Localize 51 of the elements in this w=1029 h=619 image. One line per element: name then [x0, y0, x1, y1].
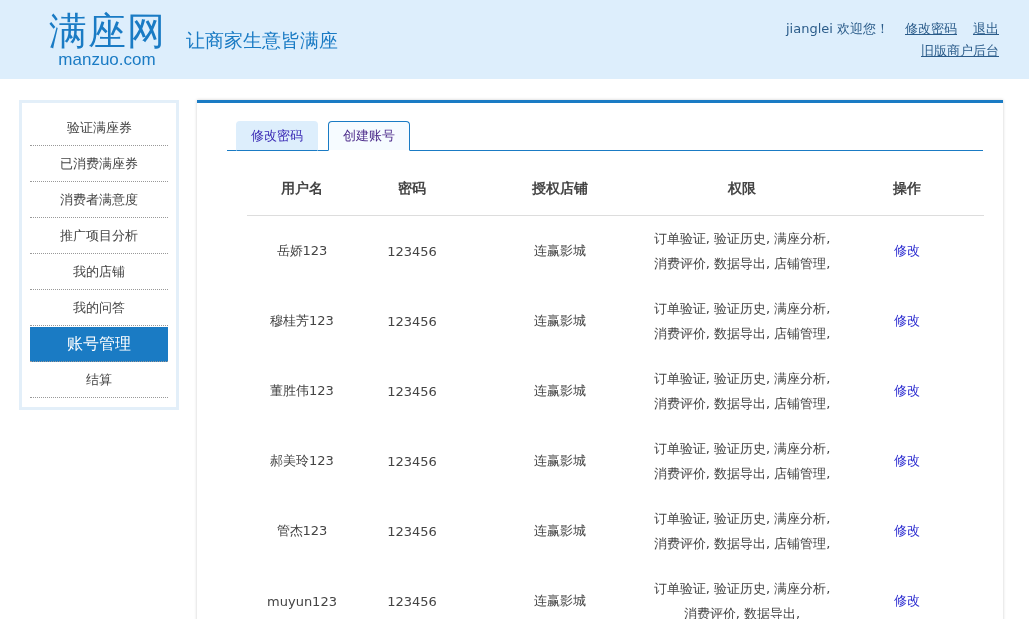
welcome-text: jianglei 欢迎您！ — [785, 19, 889, 38]
table-cell-text: 订单验证, 验证历史, 满座分析, 消费评价, 数据导出, 店铺管理, — [652, 370, 832, 413]
column-header: 授权店铺 — [530, 180, 589, 198]
sidebar-item[interactable]: 我的问答 — [30, 291, 168, 326]
table-cell-text: 123456 — [386, 523, 438, 539]
table-cell-text: 连赢影城 — [532, 382, 587, 400]
column-header: 权限 — [727, 180, 757, 198]
sidebar-item[interactable]: 验证满座券 — [30, 111, 168, 146]
site-domain: manzuo.com — [58, 50, 156, 69]
table-cell-text: 123456 — [386, 593, 438, 609]
table-cell-text: 郝美玲123 — [269, 452, 335, 470]
table-cell-text: 连赢影城 — [532, 592, 587, 610]
sidebar-item[interactable]: 消费者满意度 — [30, 183, 168, 218]
edit-link[interactable]: 修改 — [894, 452, 920, 470]
table-cell-text: 穆桂芳123 — [269, 312, 335, 330]
table-cell-text: 订单验证, 验证历史, 满座分析, 消费评价, 数据导出, 店铺管理, — [652, 230, 832, 273]
table-cell-text: 订单验证, 验证历史, 满座分析, 消费评价, 数据导出, 店铺管理, — [652, 300, 832, 343]
sidebar-item[interactable]: 已消费满座券 — [30, 147, 168, 182]
table-cell-text: 订单验证, 验证历史, 满座分析, 消费评价, 数据导出, 店铺管理, — [652, 510, 832, 553]
table-cell-text: 123456 — [386, 313, 438, 329]
table-cell-text: 岳娇123 — [275, 242, 329, 260]
edit-link[interactable]: 修改 — [894, 242, 920, 260]
site-slogan: 让商家生意皆满座 — [186, 27, 338, 53]
table-cell-text: 连赢影城 — [532, 242, 587, 260]
column-header: 用户名 — [280, 180, 324, 198]
table-cell-text: 连赢影城 — [532, 452, 587, 470]
sidebar-item[interactable]: 账号管理 — [30, 327, 168, 362]
tab[interactable]: 修改密码 — [236, 121, 318, 151]
table-cell-text: 连赢影城 — [532, 522, 587, 540]
table-cell-text: 123456 — [386, 453, 438, 469]
header-link[interactable]: 修改密码 — [905, 19, 957, 38]
sidebar-item[interactable]: 结算 — [30, 363, 168, 398]
old-backend-link[interactable]: 旧版商户后台 — [921, 41, 999, 60]
sidebar-item[interactable]: 我的店铺 — [30, 255, 168, 290]
table-cell-text: 123456 — [386, 383, 438, 399]
edit-link[interactable]: 修改 — [894, 312, 920, 330]
tab[interactable]: 创建账号 — [328, 121, 410, 151]
site-logo: 满座网 — [48, 10, 166, 51]
column-header: 操作 — [892, 180, 922, 198]
sidebar-item[interactable]: 推广项目分析 — [30, 219, 168, 254]
column-header: 密码 — [397, 180, 427, 198]
table-cell-text: 董胜伟123 — [269, 382, 335, 400]
table-cell-text: muyun123 — [266, 593, 338, 609]
edit-link[interactable]: 修改 — [894, 522, 920, 540]
edit-link[interactable]: 修改 — [894, 592, 920, 610]
table-cell-text: 订单验证, 验证历史, 满座分析, 消费评价, 数据导出, 店铺管理, — [652, 440, 832, 483]
table-cell-text: 管杰123 — [275, 522, 329, 540]
table-cell-text: 连赢影城 — [532, 312, 587, 330]
header-link[interactable]: 退出 — [973, 19, 999, 38]
edit-link[interactable]: 修改 — [894, 382, 920, 400]
table-cell-text: 123456 — [386, 243, 438, 259]
